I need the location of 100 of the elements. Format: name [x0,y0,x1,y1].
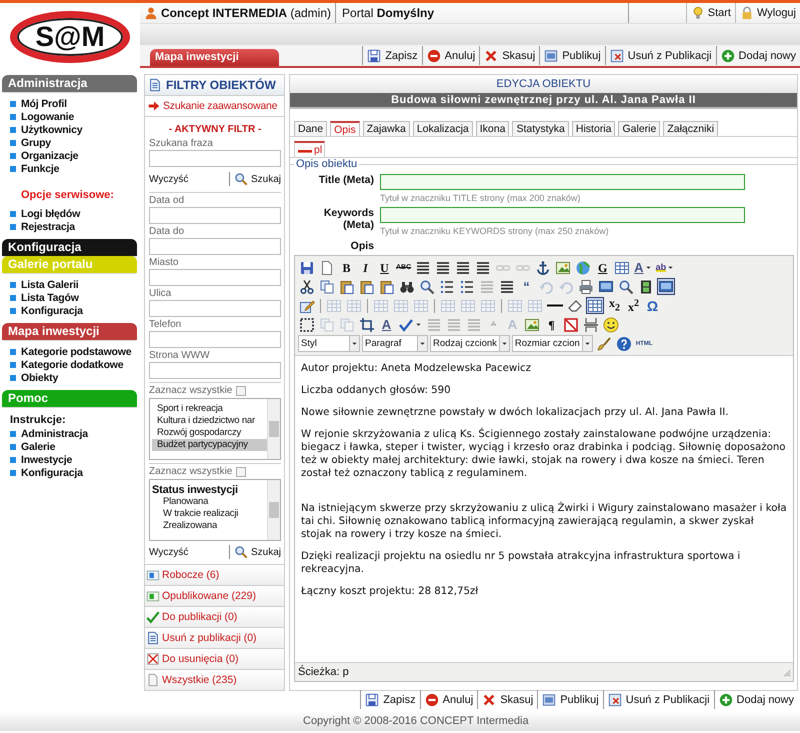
floppy-tool-button[interactable] [298,259,316,276]
page-break-tool-button[interactable] [582,316,600,333]
list-option[interactable]: Kultura i dziedzictwo nar [152,415,267,427]
sidebar-link[interactable]: Kategorie podstawowe [21,346,132,358]
action-button[interactable]: Dodaj nowy [716,46,800,65]
crop-tool-button[interactable] [358,316,376,333]
advanced-search-link[interactable]: Szukanie zaawansowane [145,96,284,117]
action-button[interactable]: Usuń z Publikacji [604,46,716,65]
search-button[interactable]: Szukaj [228,172,281,186]
sidebar-link[interactable]: Lista Galerii [21,278,79,290]
action-button[interactable]: Zapisz [360,690,420,709]
tab[interactable]: Załączniki [663,121,718,136]
tab[interactable]: Lokalizacja [412,121,473,136]
format-button[interactable]: x$^{2}$ [625,297,642,314]
input-field[interactable] [149,207,281,224]
format-button[interactable]: x$_{2}$ [606,297,623,314]
format-button[interactable]: “ [518,278,535,295]
picture-tool-button[interactable] [523,316,541,333]
dropdown[interactable]: Paragraf [362,335,428,352]
sidebar-link[interactable]: Funkcje [21,162,60,174]
input-field[interactable] [149,362,281,379]
dashed-square-tool-button[interactable] [298,316,316,333]
tab[interactable]: Dane [294,121,328,136]
sidebar-link[interactable]: Organizacje [21,150,78,162]
list-option[interactable]: W trakcie realizacji [152,508,267,520]
action-button[interactable]: Publikuj [537,690,603,709]
dropdown[interactable]: Styl [298,335,360,352]
logout-link[interactable]: Wyloguj [734,3,800,23]
section-header[interactable]: Mapa inwestycji [2,323,137,340]
sidebar-link[interactable]: Konfiguracja [21,304,83,316]
sidebar-link[interactable]: Rejestracja [21,220,75,232]
sidebar-link[interactable]: Mój Profil [21,98,67,110]
list-option[interactable]: Zrealizowana [152,520,267,532]
multi-select-list[interactable]: Sport i rekreacja Kultura i dziedzictwo nar Rozwój gospodarczy Budżet partycypacyjny [149,398,281,460]
dropdown[interactable]: Rodzaj czcionk [430,335,510,352]
input-field[interactable] [149,300,281,317]
smiley-tool-button[interactable] [602,316,620,333]
list-option[interactable]: Planowana [152,496,267,508]
language-tab[interactable]: pl [294,141,326,157]
sidebar-link[interactable]: Logowanie [21,110,74,122]
input-field[interactable] [149,238,281,255]
search-button[interactable]: Szukaj [228,545,281,559]
clipboard-tool-button[interactable] [378,278,396,295]
sidebar-link[interactable]: Logi błędów [21,208,80,220]
status-filter-link[interactable]: Do usunięcia (0) [145,648,284,669]
magnifier-tool-button[interactable] [617,278,635,295]
tab[interactable]: Opis [330,121,360,136]
input-field[interactable] [149,331,281,348]
monitor-tool-button[interactable] [597,278,615,295]
table-tool-button[interactable] [613,259,632,276]
format-button[interactable]: U [376,259,393,276]
action-button[interactable]: Publikuj [539,46,605,65]
multi-select-list[interactable]: Status inwestycji Planowana W trakcie realizacji Zrealizowana [149,479,281,541]
lines-tool-button[interactable] [498,278,516,295]
scrollbar[interactable] [267,480,280,540]
list-option[interactable]: Budżet partycypacyjny [152,439,267,451]
sidebar-link[interactable]: Inwestycje [21,454,72,466]
select-all-checkbox[interactable]: Zaznacz wszystkie [149,385,281,396]
scissors-tool-button[interactable] [298,278,316,295]
format-button[interactable]: Ω [644,297,661,314]
input-field[interactable] [380,207,745,223]
status-filter-link[interactable]: Do publikacji (0) [145,606,284,627]
magnifier-tool-button[interactable] [418,278,436,295]
sidebar-link[interactable]: Galerie [21,440,56,452]
status-filter-link[interactable]: Wszystkie (235) [145,669,284,690]
tab[interactable]: Historia [572,121,616,136]
dropdown[interactable]: Rozmiar czcion [512,335,593,352]
clipboard-tool-button[interactable] [338,278,356,295]
tab[interactable]: Ikona [476,121,510,136]
format-button[interactable]: B [338,259,355,276]
status-filter-link[interactable]: Opublikowane (229) [145,585,284,606]
clear-button[interactable]: Wyczyść [149,546,229,558]
list-option[interactable]: Sport i rekreacja [152,403,267,415]
tab[interactable]: Galerie [618,121,660,136]
module-tab[interactable]: Mapa inwestycji [150,49,279,66]
list-tool-button[interactable] [458,278,476,295]
input-field[interactable] [149,269,281,286]
help-tool-button[interactable] [614,335,633,352]
format-button[interactable]: ¶ [543,316,560,333]
status-filter-link[interactable]: Usuń z publikacji (0) [145,627,284,648]
tab[interactable]: Statystyka [512,121,569,136]
table-tool-button[interactable] [586,297,604,314]
logo[interactable]: S@M [11,12,129,62]
pages-tool-button[interactable] [318,278,336,295]
section-header[interactable]: Konfiguracja [2,239,137,256]
start-link[interactable]: Start [686,3,735,23]
action-button[interactable]: Zapisz [362,46,422,65]
action-button[interactable]: Skasuj [479,46,540,65]
action-button[interactable]: Dodaj nowy [714,690,798,709]
resize-grip-icon[interactable] [781,667,791,677]
monitor-tool-button[interactable] [657,278,675,295]
input-field[interactable] [380,174,745,190]
sidebar-link[interactable]: Konfiguracja [21,466,83,478]
globe-tool-button[interactable] [574,259,592,276]
sidebar-link[interactable]: Grupy [21,136,51,148]
sidebar-link[interactable]: Administracja [21,428,88,440]
sidebar-link[interactable]: Użytkownicy [21,124,82,136]
clear-button[interactable]: Wyczyść [149,174,229,184]
printer-tool-button[interactable] [577,278,595,295]
format-button[interactable]: I [357,259,374,276]
